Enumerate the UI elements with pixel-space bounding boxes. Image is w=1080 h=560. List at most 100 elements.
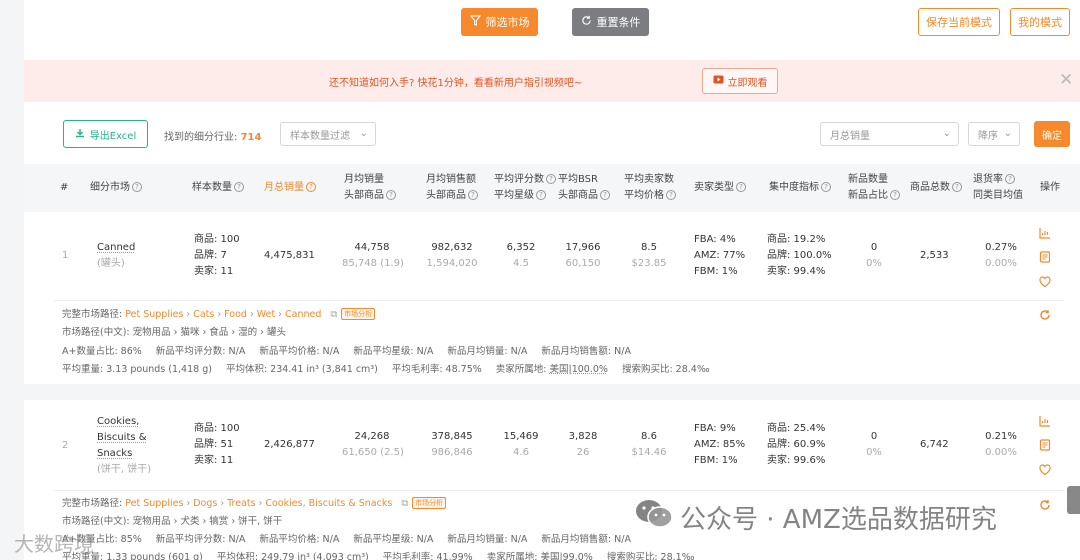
sort-field-select[interactable]: 月总销量 ⌄ [820, 122, 959, 146]
market-path-link[interactable]: Cookies, Biscuits & Snacks [265, 498, 392, 509]
watermark: 公众号 · AMZ选品数据研究 [634, 498, 997, 537]
col-new-products[interactable]: 新品数量 新品占比? [848, 172, 900, 204]
new-avg-price: 新品平均价格: N/A [259, 346, 340, 357]
help-icon[interactable]: ? [890, 190, 900, 200]
col-sellers-label: 平均卖家数 [624, 174, 674, 185]
market-path-link[interactable]: Wet [257, 309, 275, 320]
help-icon[interactable]: ? [821, 182, 831, 192]
help-icon[interactable]: ? [1005, 174, 1015, 184]
col-sample[interactable]: 样本数量? [192, 180, 244, 196]
help-icon[interactable]: ? [666, 190, 676, 200]
market-name-link[interactable]: Snacks [97, 446, 151, 462]
help-icon[interactable]: ? [132, 182, 142, 192]
market-path-line: 完整市场路径: Pet Supplies › Cats › Food › Wet › Canne… [62, 308, 376, 322]
seller-origin-label: 卖家所属地: [495, 364, 550, 375]
help-icon[interactable]: ? [234, 182, 244, 192]
found-label: 找到的细分行业: [164, 132, 241, 143]
help-icon[interactable]: ? [600, 190, 610, 200]
my-mode-button[interactable]: 我的模式 [1010, 8, 1070, 36]
help-icon[interactable]: ? [546, 174, 556, 184]
reset-button[interactable]: 重置条件 [572, 8, 649, 36]
col-seller-type-label: 卖家类型 [694, 182, 734, 193]
market-name-link[interactable]: Cookies, [97, 414, 151, 430]
watch-video-button[interactable]: 立即观看 [702, 68, 778, 94]
market-name-cn: (饼干, 饼干) [97, 464, 152, 475]
help-icon[interactable]: ? [468, 190, 478, 200]
avg-revenue-value: 982,632 [431, 242, 473, 253]
col-avg-sales[interactable]: 月均销量 头部商品? [344, 172, 396, 204]
col-bsr-label: 平均BSR [558, 174, 598, 185]
market-analysis-tag[interactable]: 市场分析 [341, 308, 376, 320]
concentration-cell: 商品: 25.4% 品牌: 60.9% 卖家: 99.6% [767, 421, 825, 469]
rating-value: 6,352 [506, 242, 536, 253]
guide-notice-text: 还不知道如何入手? 快花1分钟，看看新用户指引视频吧~ [329, 78, 583, 89]
amz-value: AMZ: 77% [694, 250, 746, 261]
search-purchase-ratio: 搜索购买比: 28.1‰ [606, 552, 695, 560]
document-icon[interactable] [1039, 436, 1053, 451]
filter-bar: 导出Excel 找到的细分行业: 714 样本数量过滤 ⌄ 月总销量 ⌄ 降序 … [24, 102, 1080, 164]
col-total-products[interactable]: 商品总数? [910, 180, 962, 196]
rating-cell: 6,352 4.5 [496, 240, 546, 272]
total-products-value: 2,533 [920, 250, 949, 261]
close-icon[interactable]: ✕ [1059, 70, 1073, 90]
save-mode-button[interactable]: 保存当前模式 [918, 8, 1000, 36]
market-name-cell[interactable]: Cookies, Biscuits & Snacks (饼干, 饼干) [97, 414, 151, 478]
market-path-link[interactable]: Pet Supplies [125, 498, 183, 509]
help-icon[interactable]: ? [952, 182, 962, 192]
market-path-link[interactable]: Dogs [193, 498, 217, 509]
heart-icon[interactable] [1039, 273, 1053, 288]
heart-icon[interactable] [1039, 461, 1053, 476]
sellers-value: 8.6 [641, 431, 657, 442]
external-link-icon[interactable]: ⧉ [401, 498, 408, 509]
search-purchase-ratio: 搜索购买比: 28.4‰ [621, 364, 710, 375]
found-count: 714 [240, 132, 262, 143]
market-name-link[interactable]: Biscuits & [97, 430, 151, 446]
market-name-link[interactable]: Canned [97, 240, 135, 256]
market-name-cell[interactable]: Canned (罐头) [97, 240, 135, 272]
confirm-button[interactable]: 确定 [1034, 121, 1070, 147]
help-icon[interactable]: ? [536, 190, 546, 200]
help-icon[interactable]: ? [736, 182, 746, 192]
col-return-rate[interactable]: 退货率? 同类目均值 [973, 172, 1023, 204]
market-path-link[interactable]: Canned [285, 309, 321, 320]
export-excel-button[interactable]: 导出Excel [63, 120, 148, 148]
sample-filter-select[interactable]: 样本数量过滤 ⌄ [280, 122, 376, 146]
new-avg-ratings: 新品平均评分数: N/A [155, 346, 246, 357]
document-icon[interactable] [1039, 248, 1053, 263]
filter-market-button[interactable]: 筛选市场 [461, 8, 538, 36]
help-icon[interactable]: ? [306, 182, 316, 192]
col-market[interactable]: 细分市场? [90, 180, 142, 196]
market-path-link[interactable]: Cats [193, 309, 214, 320]
seller-type-cell: FBA: 4% AMZ: 77% FBM: 1% [694, 232, 745, 280]
scroll-handle[interactable] [1067, 486, 1080, 514]
market-analysis-tag[interactable]: 市场分析 [412, 497, 447, 509]
chart-icon[interactable] [1039, 412, 1053, 427]
seller-origin-value[interactable]: 美国|100.0% [550, 364, 608, 375]
refresh-icon[interactable] [1039, 496, 1053, 510]
col-concentration[interactable]: 集中度指标? [769, 180, 831, 196]
col-seller-type[interactable]: 卖家类型? [694, 180, 746, 196]
col-sample-label: 样本数量 [192, 182, 232, 193]
refresh-icon[interactable] [1039, 306, 1053, 320]
col-index: # [60, 182, 69, 193]
avg-price-value: $23.85 [631, 258, 667, 269]
col-avg-revenue[interactable]: 月均销售额 头部商品? [426, 172, 478, 204]
col-bsr[interactable]: 平均BSR 头部商品? [558, 172, 610, 204]
sample-filter-placeholder: 样本数量过滤 [290, 130, 350, 142]
col-monthly-sales[interactable]: 月总销量? [264, 180, 316, 196]
market-path-link[interactable]: Pet Supplies [125, 309, 183, 320]
sample-products: 商品: 100 [194, 423, 240, 434]
external-link-icon[interactable]: ⧉ [330, 309, 337, 320]
help-icon[interactable]: ? [386, 190, 396, 200]
chart-icon[interactable] [1039, 224, 1053, 239]
col-sellers[interactable]: 平均卖家数 平均价格? [624, 172, 676, 204]
sample-cell: 商品: 100 品牌: 51 卖家: 11 [194, 421, 240, 469]
bsr-cell: 17,966 60,150 [558, 240, 608, 272]
col-rating[interactable]: 平均评分数? 平均星级? [494, 172, 556, 204]
logistics-stats-line: 平均重量: 1.33 pounds (601 g) 平均体积: 249.79 in… [62, 551, 708, 560]
avg-sales-value: 44,758 [354, 242, 390, 253]
market-path-link[interactable]: Treats [227, 498, 255, 509]
avg-revenue-value: 378,845 [431, 431, 473, 442]
market-path-link[interactable]: Food [224, 309, 247, 320]
sort-order-select[interactable]: 降序 ⌄ [968, 122, 1020, 146]
